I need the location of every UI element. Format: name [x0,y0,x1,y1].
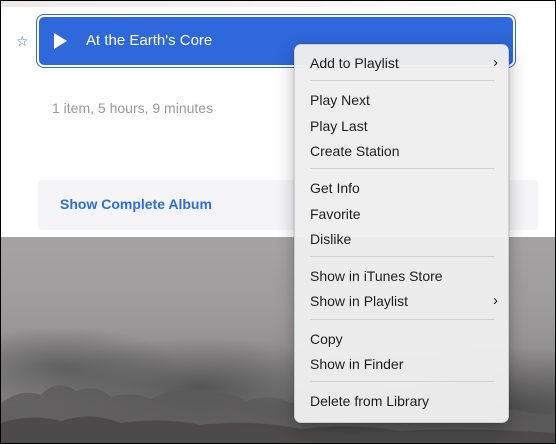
window-top-strip [1,1,555,7]
menu-item-favorite[interactable]: Favorite [310,203,498,225]
chevron-right-icon: › [493,292,498,309]
menu-item-add-to-playlist[interactable]: Add to Playlist › [310,52,498,74]
menu-item-copy[interactable]: Copy [310,328,498,350]
menu-item-show-in-itunes-store[interactable]: Show in iTunes Store [310,265,498,287]
menu-item-dislike[interactable]: Dislike [310,228,498,250]
menu-separator [310,80,495,81]
context-menu: Add to Playlist › Play Next Play Last Cr… [294,44,509,423]
album-summary: 1 item, 5 hours, 9 minutes [52,100,214,116]
star-icon[interactable]: ☆ [16,34,30,48]
menu-item-label: Show in Playlist [310,293,409,309]
menu-separator [310,319,495,320]
menu-item-show-in-playlist[interactable]: Show in Playlist › [310,290,498,312]
menu-item-create-station[interactable]: Create Station [310,140,498,162]
menu-item-delete-from-library[interactable]: Delete from Library [310,390,498,412]
chevron-right-icon: › [493,54,498,71]
show-complete-album-link[interactable]: Show Complete Album [60,196,212,213]
menu-item-label: Add to Playlist [310,55,399,71]
menu-separator [310,381,495,382]
music-window: ☆ At the Earth's Core 1 item, 5 hours, 9… [0,0,556,444]
menu-separator [310,168,495,169]
menu-item-get-info[interactable]: Get Info [310,177,498,199]
track-title: At the Earth's Core [86,32,213,49]
menu-item-play-last[interactable]: Play Last [310,115,498,137]
menu-item-play-next[interactable]: Play Next [310,89,498,111]
menu-item-show-in-finder[interactable]: Show in Finder [310,353,498,375]
play-icon[interactable] [54,33,67,49]
menu-separator [310,256,495,257]
